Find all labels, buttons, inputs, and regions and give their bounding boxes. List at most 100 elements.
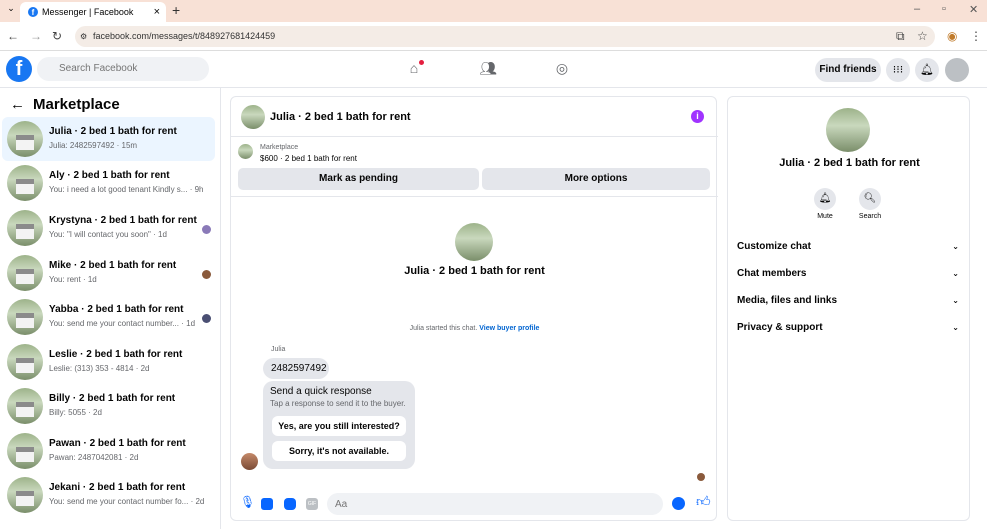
sticker-icon[interactable] — [284, 498, 296, 510]
chat-panel: Julia · 2 bed 1 bath for rent i Marketpl… — [230, 96, 718, 521]
conversation-item[interactable]: Jekani · 2 bed 1 bath for rent You: send… — [2, 473, 215, 517]
listing-summary[interactable]: $600 · 2 bed 1 bath for rent — [260, 154, 357, 163]
listing-avatar — [7, 477, 43, 513]
chat-avatar[interactable] — [241, 105, 265, 129]
search-label: Search — [858, 213, 882, 220]
new-tab-icon[interactable]: + — [172, 2, 180, 18]
chat-intro-avatar — [455, 223, 493, 261]
conversation-item[interactable]: Julia · 2 bed 1 bath for rent Julia: 248… — [2, 117, 215, 161]
browser-tab[interactable]: f Messenger | Facebook × — [20, 2, 166, 22]
close-window-icon[interactable]: ✕ — [969, 3, 978, 16]
conversation-item[interactable]: Billy · 2 bed 1 bath for rent Billy: 505… — [2, 384, 215, 428]
cast-icon[interactable]: ⧉ — [896, 29, 905, 44]
listing-avatar — [7, 299, 43, 335]
chat-title[interactable]: Julia · 2 bed 1 bath for rent — [270, 111, 411, 123]
conversation-item[interactable]: Yabba · 2 bed 1 bath for rent You: send … — [2, 295, 215, 339]
conversation-item[interactable]: Pawan · 2 bed 1 bath for rent Pawan: 248… — [2, 429, 215, 473]
groups-icon[interactable]: ◎ — [552, 60, 572, 80]
read-receipt-avatar — [202, 225, 211, 234]
mute-bell-icon[interactable]: 🔔︎ — [814, 188, 836, 210]
conversation-item[interactable]: Krystyna · 2 bed 1 bath for rent You: "I… — [2, 206, 215, 250]
chevron-down-icon: ⌄ — [952, 296, 959, 305]
media-files-links-section[interactable]: Media, files and links ⌄ — [737, 291, 963, 311]
started-text: Julia started this chat. — [409, 325, 478, 332]
conversation-title: Pawan · 2 bed 1 bath for rent — [49, 438, 186, 449]
browser-menu-icon[interactable]: ⋮ — [970, 29, 982, 43]
mark-as-pending-button[interactable]: Mark as pending — [238, 168, 479, 190]
gif-icon[interactable]: GIF — [306, 498, 318, 510]
emoji-icon[interactable] — [672, 497, 685, 510]
message-input[interactable] — [327, 493, 663, 515]
listing-avatar — [7, 210, 43, 246]
conversation-item[interactable]: Leslie · 2 bed 1 bath for rent Leslie: (… — [2, 340, 215, 384]
conversation-title: Mike · 2 bed 1 bath for rent — [49, 260, 177, 271]
section-label: Customize chat — [737, 241, 811, 252]
conversation-snippet: You: i need a lot good tenant Kindly s..… — [49, 185, 204, 194]
chat-details-panel: Julia · 2 bed 1 bath for rent 🔔︎ Mute 🔍︎… — [727, 96, 970, 521]
conversation-snippet: You: rent · 1d — [49, 275, 97, 284]
forward-icon[interactable]: → — [30, 29, 42, 43]
sender-name: Julia — [271, 346, 286, 353]
sidebar-title: Marketplace — [33, 96, 120, 113]
marketplace-sidebar: ← Marketplace Julia · 2 bed 1 bath for re… — [0, 88, 221, 529]
search-chat-icon[interactable]: 🔍︎ — [859, 188, 881, 210]
conversation-title: Aly · 2 bed 1 bath for rent — [49, 170, 170, 181]
conversation-item[interactable]: Mike · 2 bed 1 bath for rent You: rent ·… — [2, 251, 215, 295]
home-icon[interactable]: ⌂ — [404, 60, 424, 80]
section-label: Chat members — [737, 268, 807, 279]
chevron-down-icon: ⌄ — [952, 269, 959, 278]
reload-icon[interactable]: ↻ — [52, 29, 62, 43]
conversation-snippet: Julia: 2482597492 · 15m — [49, 141, 138, 150]
thumbs-up-icon[interactable]: 👍︎ — [696, 493, 711, 510]
listing-avatar — [7, 121, 43, 157]
view-buyer-profile-link[interactable]: View buyer profile — [479, 325, 539, 332]
account-avatar[interactable] — [945, 58, 969, 82]
read-receipt-avatar — [202, 314, 211, 323]
listing-avatar — [7, 255, 43, 291]
minimize-icon[interactable]: – — [914, 3, 920, 15]
section-label: Privacy & support — [737, 322, 823, 333]
friends-icon[interactable]: 👥︎ — [478, 60, 498, 80]
find-friends-button[interactable]: Find friends — [815, 58, 881, 82]
quick-reply-not-available-button[interactable]: Sorry, it's not available. — [272, 441, 406, 461]
url-text: facebook.com/messages/t/848927681424459 — [93, 31, 276, 41]
conversation-title: Billy · 2 bed 1 bath for rent — [49, 393, 176, 404]
details-avatar[interactable] — [826, 108, 870, 152]
tab-title: Messenger | Facebook — [42, 7, 134, 17]
conversation-title: Leslie · 2 bed 1 bath for rent — [49, 349, 183, 360]
profile-icon[interactable]: ◉ — [947, 29, 957, 43]
facebook-logo-icon[interactable]: f — [6, 56, 32, 82]
customize-chat-section[interactable]: Customize chat ⌄ — [737, 237, 963, 257]
microphone-icon[interactable]: 🎙︎ — [240, 495, 255, 509]
photo-icon[interactable] — [261, 498, 273, 510]
back-icon[interactable]: ← — [7, 29, 19, 43]
search-input[interactable] — [37, 57, 209, 81]
conversation-snippet: Billy: 5055 · 2d — [49, 408, 102, 417]
chat-members-section[interactable]: Chat members ⌄ — [737, 264, 963, 284]
message-bubble[interactable]: 2482597492 — [263, 358, 329, 379]
quick-response-subtitle: Tap a response to send it to the buyer. — [270, 399, 406, 408]
close-tab-icon[interactable]: × — [154, 6, 160, 18]
read-receipt-avatar — [202, 270, 211, 279]
listing-thumbnail[interactable] — [238, 144, 253, 159]
back-arrow-icon[interactable]: ← — [10, 96, 25, 113]
marketplace-banner: Marketplace $600 · 2 bed 1 bath for rent… — [231, 137, 718, 197]
conversation-snippet: You: "I will contact you soon" · 1d — [49, 230, 167, 239]
tab-search-icon[interactable]: ⌄ — [4, 3, 18, 17]
restore-icon[interactable]: ▫ — [942, 3, 946, 15]
quick-reply-still-interested-button[interactable]: Yes, are you still interested? — [272, 416, 406, 436]
bookmark-star-icon[interactable]: ☆ — [917, 29, 928, 43]
more-options-button[interactable]: More options — [482, 168, 710, 190]
privacy-support-section[interactable]: Privacy & support ⌄ — [737, 318, 963, 338]
info-icon[interactable]: i — [691, 110, 704, 123]
facebook-header: f 🔍︎ ⌂ 👥︎ ◎ Find friends ⁝⁝⁝ 🔔︎ — [0, 52, 987, 88]
conversation-item[interactable]: Aly · 2 bed 1 bath for rent You: i need … — [2, 161, 215, 205]
url-field[interactable]: ⚙ facebook.com/messages/t/84892768142445… — [75, 26, 935, 47]
quick-response-title: Send a quick response — [270, 386, 372, 397]
conversation-title: Yabba · 2 bed 1 bath for rent — [49, 304, 184, 315]
sender-avatar — [241, 453, 258, 470]
menu-grid-icon[interactable]: ⁝⁝⁝ — [886, 58, 910, 82]
quick-response-card: Send a quick response Tap a response to … — [263, 381, 415, 469]
notifications-bell-icon[interactable]: 🔔︎ — [915, 58, 939, 82]
site-info-icon[interactable]: ⚙ — [80, 26, 87, 47]
